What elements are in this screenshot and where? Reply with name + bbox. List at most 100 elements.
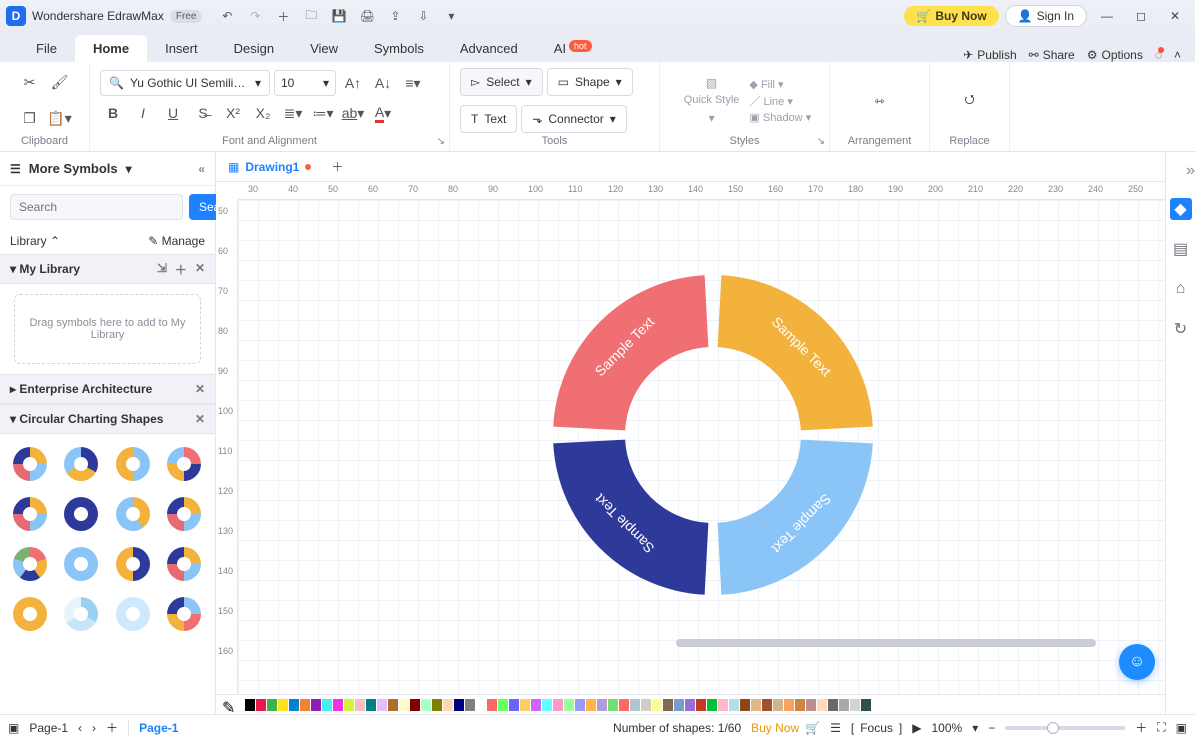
tab-file[interactable]: File bbox=[18, 35, 75, 62]
layers-icon[interactable]: ☰ bbox=[830, 721, 841, 735]
fullscreen-icon[interactable]: ▣ bbox=[1176, 721, 1187, 735]
open-icon[interactable]: 🗀 bbox=[300, 5, 322, 27]
notifications-button[interactable]: ◌ bbox=[1155, 48, 1162, 62]
color-swatch[interactable] bbox=[740, 699, 750, 711]
shape-thumb[interactable] bbox=[8, 542, 52, 586]
horizontal-scrollbar[interactable] bbox=[666, 638, 1116, 648]
color-swatch[interactable] bbox=[586, 699, 596, 711]
color-swatch[interactable] bbox=[245, 699, 255, 711]
fill-button[interactable]: ◆ Fill ▾ bbox=[749, 78, 811, 91]
color-swatch[interactable] bbox=[729, 699, 739, 711]
zoom-slider[interactable] bbox=[1005, 726, 1125, 730]
tab-view[interactable]: View bbox=[292, 35, 356, 62]
align-dropdown-icon[interactable]: ≡▾ bbox=[400, 70, 426, 96]
color-swatch[interactable] bbox=[410, 699, 420, 711]
donut-segment[interactable] bbox=[718, 275, 873, 430]
color-swatch[interactable] bbox=[333, 699, 343, 711]
qat-more-icon[interactable]: ▾ bbox=[440, 5, 462, 27]
color-swatch[interactable] bbox=[630, 699, 640, 711]
color-swatch[interactable] bbox=[377, 699, 387, 711]
export-library-icon[interactable]: ⇲ bbox=[157, 261, 167, 278]
donut-segment[interactable] bbox=[553, 275, 708, 430]
shape-thumb[interactable] bbox=[162, 542, 206, 586]
color-swatch[interactable] bbox=[608, 699, 618, 711]
tab-insert[interactable]: Insert bbox=[147, 35, 216, 62]
color-swatch[interactable] bbox=[454, 699, 464, 711]
color-swatch[interactable] bbox=[520, 699, 530, 711]
color-swatch[interactable] bbox=[267, 699, 277, 711]
color-swatch[interactable] bbox=[619, 699, 629, 711]
color-swatch[interactable] bbox=[487, 699, 497, 711]
format-panel-icon[interactable]: ◆ bbox=[1170, 198, 1192, 220]
color-swatch[interactable] bbox=[300, 699, 310, 711]
buy-now-button[interactable]: 🛒 Buy Now bbox=[904, 6, 998, 26]
font-color-icon[interactable]: A▾ bbox=[370, 100, 396, 126]
undo-icon[interactable]: ↶ bbox=[216, 5, 238, 27]
shape-thumb[interactable] bbox=[59, 592, 103, 636]
format-painter-icon[interactable]: 🖌 bbox=[47, 69, 73, 95]
publish-button[interactable]: ✈Publish bbox=[963, 48, 1016, 62]
color-swatch[interactable] bbox=[575, 699, 585, 711]
color-swatch[interactable] bbox=[718, 699, 728, 711]
paste-icon[interactable]: 📋▾ bbox=[47, 106, 73, 132]
copy-icon[interactable]: ❐ bbox=[17, 106, 43, 132]
color-swatch[interactable] bbox=[366, 699, 376, 711]
color-swatch[interactable] bbox=[498, 699, 508, 711]
color-swatch[interactable] bbox=[443, 699, 453, 711]
color-swatch[interactable] bbox=[850, 699, 860, 711]
color-swatch[interactable] bbox=[388, 699, 398, 711]
color-swatch[interactable] bbox=[278, 699, 288, 711]
manage-button[interactable]: ✎ Manage bbox=[148, 234, 205, 248]
color-swatch[interactable] bbox=[828, 699, 838, 711]
import-icon[interactable]: ⇩ bbox=[412, 5, 434, 27]
color-swatch[interactable] bbox=[432, 699, 442, 711]
subscript-icon[interactable]: X₂ bbox=[250, 100, 276, 126]
tab-advanced[interactable]: Advanced bbox=[442, 35, 536, 62]
shape-tool-button[interactable]: ▭ Shape ▾ bbox=[547, 68, 633, 96]
color-swatch[interactable] bbox=[399, 699, 409, 711]
color-swatch[interactable] bbox=[674, 699, 684, 711]
color-swatch[interactable] bbox=[773, 699, 783, 711]
zoom-out-button[interactable]: − bbox=[988, 721, 995, 735]
minimize-button[interactable]: — bbox=[1093, 5, 1121, 27]
decrease-font-icon[interactable]: A↓ bbox=[370, 70, 396, 96]
page-tab[interactable]: Page-1 bbox=[29, 721, 68, 735]
color-swatch[interactable] bbox=[707, 699, 717, 711]
color-swatch[interactable] bbox=[465, 699, 475, 711]
redo-icon[interactable]: ↷ bbox=[244, 5, 266, 27]
section-enterprise-architecture[interactable]: ▸ Enterprise Architecture ✕ bbox=[0, 374, 215, 404]
shape-thumb[interactable] bbox=[111, 592, 155, 636]
expand-right-panel-icon[interactable]: » bbox=[1186, 162, 1195, 180]
library-dropzone[interactable]: Drag symbols here to add to My Library bbox=[14, 294, 201, 364]
new-document-button[interactable]: ＋ bbox=[323, 158, 351, 175]
text-tool-button[interactable]: T Text bbox=[460, 105, 517, 133]
collapse-sidebar-icon[interactable]: « bbox=[198, 162, 205, 176]
export-icon[interactable]: ⇪ bbox=[384, 5, 406, 27]
options-button[interactable]: ⚙Options bbox=[1087, 48, 1143, 62]
donut-segment[interactable] bbox=[553, 440, 708, 595]
color-swatch[interactable] bbox=[476, 699, 486, 711]
color-swatch[interactable] bbox=[509, 699, 519, 711]
close-section-icon[interactable]: ✕ bbox=[195, 412, 205, 426]
color-swatch[interactable] bbox=[564, 699, 574, 711]
tab-home[interactable]: Home bbox=[75, 35, 147, 62]
color-swatch[interactable] bbox=[355, 699, 365, 711]
share-button[interactable]: ⚯Share bbox=[1029, 48, 1075, 62]
page-nav-icon[interactable]: ▣ bbox=[8, 721, 19, 735]
save-icon[interactable]: 💾 bbox=[328, 5, 350, 27]
shape-thumb[interactable] bbox=[162, 492, 206, 536]
shape-thumb[interactable] bbox=[59, 442, 103, 486]
color-swatch[interactable] bbox=[322, 699, 332, 711]
assistant-bubble[interactable]: ☺ bbox=[1119, 644, 1155, 680]
connector-tool-button[interactable]: ⬎ Connector ▾ bbox=[521, 105, 626, 133]
shape-thumb[interactable] bbox=[162, 442, 206, 486]
maximize-button[interactable]: ◻ bbox=[1127, 5, 1155, 27]
tab-symbols[interactable]: Symbols bbox=[356, 35, 442, 62]
color-swatch[interactable] bbox=[663, 699, 673, 711]
donut-segment[interactable] bbox=[718, 440, 873, 595]
library-toggle[interactable]: Library ⌃ bbox=[10, 234, 60, 248]
page-panel-icon[interactable]: ▤ bbox=[1170, 238, 1192, 260]
shadow-button[interactable]: ▣ Shadow ▾ bbox=[749, 111, 811, 124]
tab-design[interactable]: Design bbox=[216, 35, 292, 62]
strikethrough-icon[interactable]: S̶ bbox=[190, 100, 216, 126]
